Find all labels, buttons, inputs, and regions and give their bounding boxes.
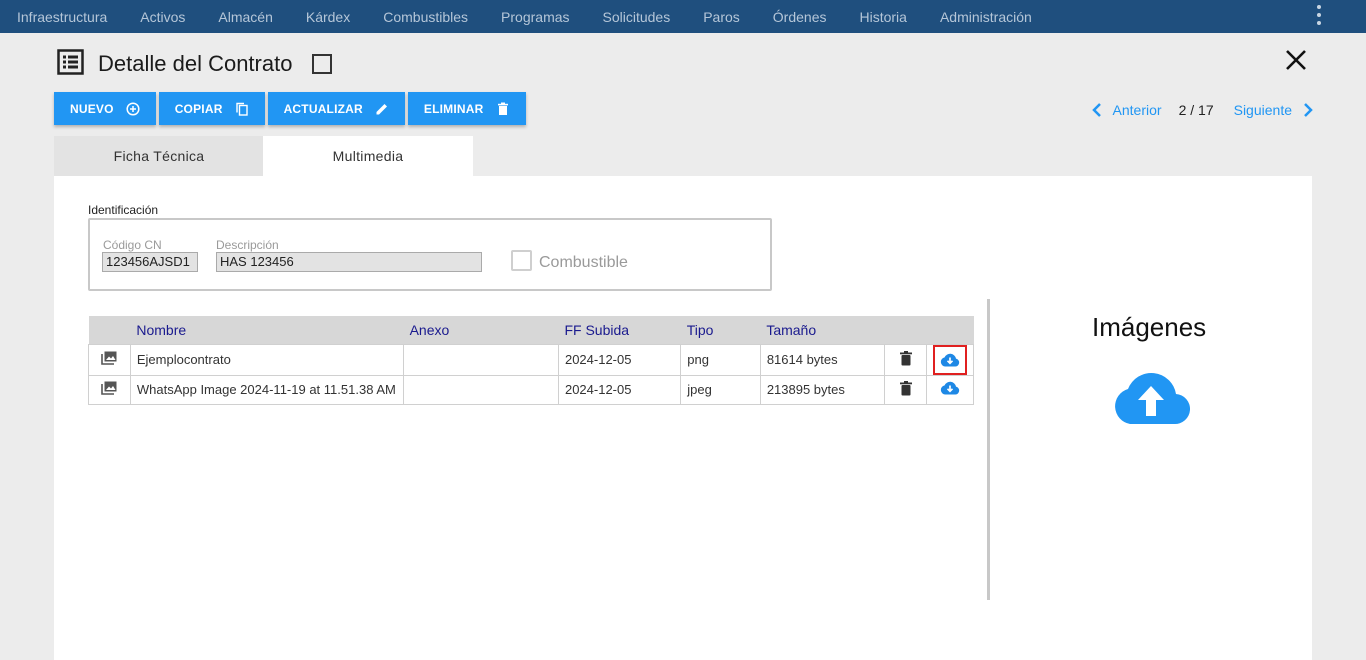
- nav-item-administracion[interactable]: Administración: [940, 9, 1032, 25]
- eliminar-label: ELIMINAR: [423, 101, 484, 116]
- header-download-col: [926, 316, 974, 344]
- copy-icon: [235, 102, 248, 116]
- row-tipo: jpeg: [680, 374, 761, 405]
- copiar-label: COPIAR: [174, 101, 223, 116]
- header-tamano[interactable]: Tamaño: [760, 316, 885, 344]
- trash-icon: [497, 102, 508, 115]
- siguiente-label: Siguiente: [1233, 102, 1292, 118]
- nav-item-historia[interactable]: Historia: [860, 9, 907, 25]
- header-icon-col: [88, 316, 131, 344]
- photo-library-icon: [101, 351, 117, 365]
- anterior-label: Anterior: [1112, 102, 1162, 118]
- nav-item-kardex[interactable]: Kárdex: [306, 9, 350, 25]
- download-highlight: [932, 344, 967, 375]
- codigo-cn-label: Código CN: [103, 238, 162, 252]
- cloud-download-icon[interactable]: [940, 381, 960, 395]
- nav-item-programas[interactable]: Programas: [501, 9, 569, 25]
- combustible-label: Combustible: [539, 254, 628, 271]
- row-image-cell: [88, 343, 131, 376]
- row-nombre: Ejemplocontrato: [129, 343, 405, 376]
- table-row[interactable]: WhatsApp Image 2024-11-19 at 11.51.38 AM…: [88, 374, 975, 405]
- row-delete-cell: [884, 343, 927, 376]
- nav-item-activos[interactable]: Activos: [140, 9, 185, 25]
- header-ff-subida[interactable]: FF Subida: [558, 316, 681, 344]
- close-icon[interactable]: [1284, 48, 1308, 72]
- actualizar-button[interactable]: ACTUALIZAR: [267, 92, 405, 125]
- eliminar-button[interactable]: ELIMINAR: [407, 92, 526, 125]
- title-checkbox[interactable]: [312, 54, 332, 74]
- record-pager: Anterior 2 / 17 Siguiente: [1091, 102, 1314, 118]
- files-table: Nombre Anexo FF Subida Tipo Tamaño Ejemp…: [88, 316, 975, 405]
- chevron-left-icon: [1091, 103, 1101, 117]
- more-vert-icon[interactable]: [1316, 5, 1322, 25]
- nav-item-infraestructura[interactable]: Infraestructura: [17, 9, 107, 25]
- delete-icon[interactable]: [899, 380, 912, 396]
- top-navigation: Infraestructura Activos Almacén Kárdex C…: [0, 0, 1366, 33]
- nuevo-button[interactable]: NUEVO: [54, 92, 156, 125]
- codigo-cn-input[interactable]: 123456AJSD1: [102, 252, 198, 272]
- identificacion-box: Código CN 123456AJSD1 Descripción HAS 12…: [88, 218, 772, 291]
- header-delete-col: [884, 316, 927, 344]
- photo-library-icon: [101, 381, 117, 395]
- actualizar-label: ACTUALIZAR: [283, 101, 363, 116]
- row-delete-cell: [884, 374, 927, 405]
- siguiente-link[interactable]: Siguiente: [1234, 102, 1314, 118]
- nav-item-combustibles[interactable]: Combustibles: [383, 9, 468, 25]
- edit-pencil-icon: [376, 103, 387, 114]
- table-header-row: Nombre Anexo FF Subida Tipo Tamaño: [88, 316, 974, 344]
- multimedia-panel: Identificación Código CN 123456AJSD1 Des…: [54, 176, 1312, 660]
- nav-item-solicitudes[interactable]: Solicitudes: [603, 9, 671, 25]
- nav-item-ordenes[interactable]: Órdenes: [773, 9, 827, 25]
- descripcion-input[interactable]: HAS 123456: [216, 252, 482, 272]
- cloud-download-icon[interactable]: [940, 353, 960, 367]
- nav-item-paros[interactable]: Paros: [703, 9, 740, 25]
- nuevo-label: NUEVO: [70, 101, 114, 116]
- row-download-cell: [925, 374, 975, 405]
- header-tipo[interactable]: Tipo: [680, 316, 761, 344]
- row-tamano: 213895 bytes: [759, 374, 886, 405]
- images-title: Imágenes: [1092, 312, 1207, 342]
- tab-ficha-tecnica[interactable]: Ficha Técnica: [54, 136, 264, 176]
- toolbar: NUEVO COPIAR ACTUALIZAR ELIMINAR: [54, 92, 529, 125]
- list-alt-icon: [57, 49, 84, 75]
- page-title: Detalle del Contrato: [98, 51, 293, 76]
- nav-item-almacen[interactable]: Almacén: [218, 9, 272, 25]
- tab-multimedia[interactable]: Multimedia: [263, 136, 473, 176]
- table-row[interactable]: Ejemplocontrato 2024-12-05 png 81614 byt…: [88, 343, 975, 376]
- anterior-link[interactable]: Anterior: [1091, 102, 1162, 118]
- row-tipo: png: [680, 343, 761, 376]
- copiar-button[interactable]: COPIAR: [158, 92, 265, 125]
- header-anexo[interactable]: Anexo: [403, 316, 559, 344]
- identificacion-label: Identificación: [88, 203, 159, 217]
- row-ff-subida: 2024-12-05: [557, 374, 682, 405]
- row-ff-subida: 2024-12-05: [557, 343, 682, 376]
- header-nombre[interactable]: Nombre: [130, 316, 404, 344]
- row-anexo: [403, 374, 559, 405]
- row-tamano: 81614 bytes: [759, 343, 886, 376]
- delete-icon[interactable]: [899, 350, 912, 366]
- row-image-cell: [88, 374, 131, 405]
- row-anexo: [403, 343, 559, 376]
- add-circle-icon: [126, 101, 140, 116]
- row-download-cell: [925, 343, 975, 376]
- record-count: 2 / 17: [1178, 102, 1214, 118]
- vertical-divider: [987, 299, 990, 600]
- descripcion-label: Descripción: [216, 238, 279, 252]
- row-nombre: WhatsApp Image 2024-11-19 at 11.51.38 AM: [129, 374, 405, 405]
- combustible-checkbox[interactable]: [511, 250, 532, 271]
- cloud-upload-icon[interactable]: [1112, 372, 1190, 425]
- chevron-right-icon: [1304, 103, 1313, 117]
